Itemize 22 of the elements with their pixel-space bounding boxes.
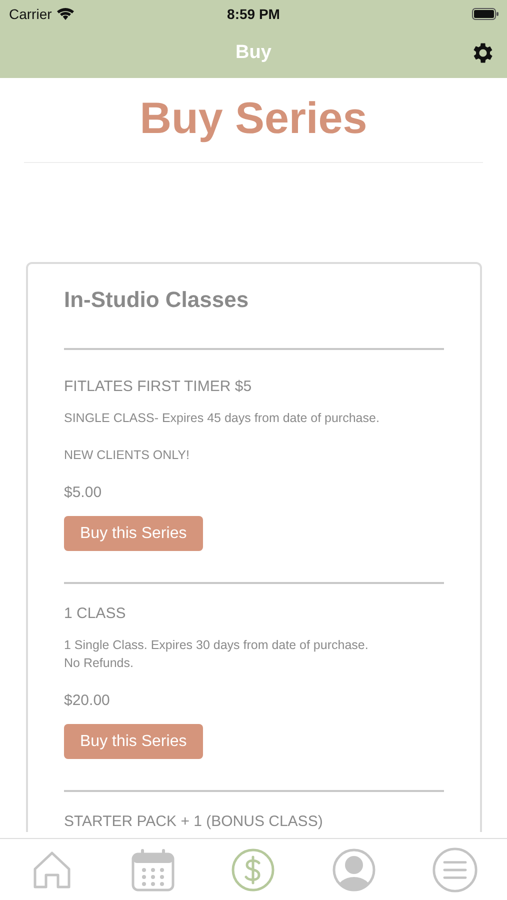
series-price: $5.00 [64, 483, 103, 503]
home-icon[interactable] [32, 850, 72, 890]
dollar-icon[interactable] [231, 848, 276, 892]
series-name: STARTER PACK + 1 (BONUS CLASS) [64, 812, 324, 832]
calendar-icon[interactable] [130, 848, 175, 892]
section-heading: In-Studio Classes [64, 286, 250, 314]
nav-title: Buy [236, 42, 272, 64]
series-description: 1 Single Class. Expires 30 days from date of purchase. No Refunds. [64, 637, 370, 672]
menu-icon[interactable] [432, 846, 478, 892]
buy-series-button[interactable]: Buy this Series [64, 724, 203, 759]
carrier-label: Carrier [9, 6, 52, 22]
series-price: $20.00 [64, 691, 111, 711]
series-description: NEW CLIENTS ONLY! [64, 447, 190, 464]
clock-time: 8:59 PM [227, 6, 280, 22]
series-description: SINGLE CLASS- Expires 45 days from date of purchase. [64, 410, 380, 427]
profile-icon[interactable] [332, 848, 376, 892]
battery-icon [472, 8, 499, 20]
wifi-icon [56, 8, 74, 20]
series-name: 1 CLASS [64, 604, 127, 624]
series-name: FITLATES FIRST TIMER $5 [64, 377, 253, 397]
page-title: Buy Series [138, 93, 368, 145]
buy-series-button[interactable]: Buy this Series [64, 516, 203, 551]
